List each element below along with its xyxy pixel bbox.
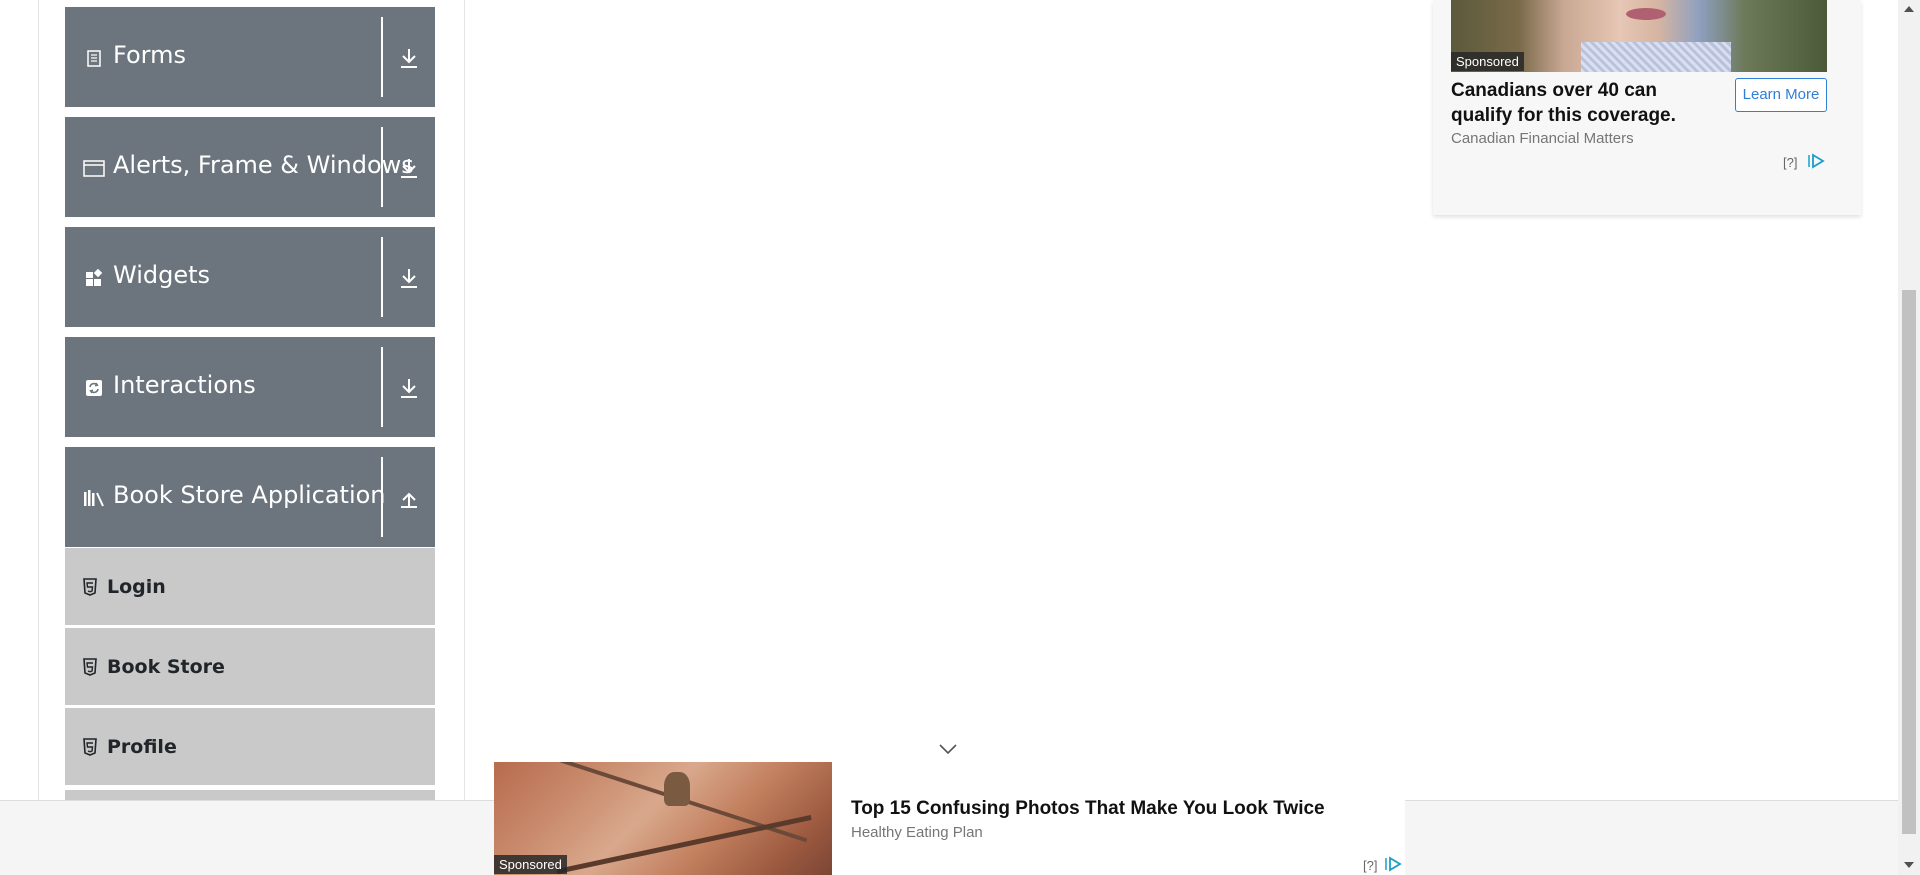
sidebar-group-label: Widgets [113,261,211,289]
sidebar-item-login[interactable]: Login [65,548,435,627]
html5-icon [83,658,97,676]
ad-headline[interactable]: Top 15 Confusing Photos That Make You Lo… [851,798,1325,820]
divider [381,347,383,427]
divider [381,457,383,537]
sidebar-group-forms[interactable]: Forms [65,7,435,107]
ad-bottom[interactable]: Sponsored Top 15 Confusing Photos That M… [494,762,1405,875]
chevron-down-icon[interactable] [938,742,958,756]
download-arrow-icon[interactable] [397,265,421,291]
ad-source[interactable]: Healthy Eating Plan [851,824,983,841]
html5-icon [83,738,97,756]
ad-info-link[interactable]: [?] [1363,858,1377,873]
left-panel-right-border [464,0,465,800]
sponsored-label: Sponsored [494,855,567,874]
divider [381,237,383,317]
ad-image-detail [556,815,812,874]
ad-source[interactable]: Canadian Financial Matters [1451,130,1634,147]
books-icon [84,490,104,507]
divider [381,17,383,97]
download-arrow-icon[interactable] [397,375,421,401]
adchoices-icon[interactable] [1384,856,1402,872]
download-arrow-icon[interactable] [397,155,421,181]
learn-more-button[interactable]: Learn More [1735,78,1827,112]
sidebar-item-label: Login [107,576,166,598]
download-arrow-icon[interactable] [397,45,421,71]
sidebar-item-next[interactable] [65,790,435,800]
sidebar-item-profile[interactable]: Profile [65,708,435,787]
scroll-down-icon[interactable] [1904,862,1914,868]
sidebar-item-book-store[interactable]: Book Store [65,628,435,707]
scroll-up-icon[interactable] [1904,6,1914,12]
interactions-icon [86,380,102,396]
html5-icon [83,578,97,596]
divider [381,127,383,207]
vertical-scrollbar[interactable] [1898,0,1920,875]
ad-info-link[interactable]: [?] [1783,155,1797,170]
ad-image-detail [1581,42,1731,72]
left-panel-border [38,0,39,800]
ad-headline[interactable]: Canadians over 40 can qualify for this c… [1451,78,1711,128]
sidebar-group-label: Book Store Application [113,481,386,509]
sidebar-group-label: Alerts, Frame & Windows [113,151,414,179]
upload-arrow-icon[interactable] [397,485,421,511]
window-icon [83,160,105,177]
ad-right[interactable]: Sponsored Canadians over 40 can qualify … [1433,0,1861,215]
sidebar-item-label: Profile [107,736,177,758]
scrollbar-thumb[interactable] [1902,290,1916,834]
sidebar-group-interactions[interactable]: Interactions [65,337,435,437]
sidebar-group-widgets[interactable]: Widgets [65,227,435,327]
sidebar-group-label: Interactions [113,371,256,399]
sidebar-group-book-store[interactable]: Book Store Application [65,447,435,547]
ad-image-detail [664,772,690,806]
sidebar-item-label: Book Store [107,656,225,678]
page: Forms Alerts, Frame & Windows Widgets In… [0,0,1920,875]
widgets-icon [86,269,103,286]
forms-icon [87,50,101,67]
ad-image-detail [1626,8,1666,20]
sidebar-group-alerts[interactable]: Alerts, Frame & Windows [65,117,435,217]
adchoices-icon[interactable] [1807,153,1825,169]
sponsored-label: Sponsored [1451,52,1524,71]
sidebar-group-label: Forms [113,41,186,69]
